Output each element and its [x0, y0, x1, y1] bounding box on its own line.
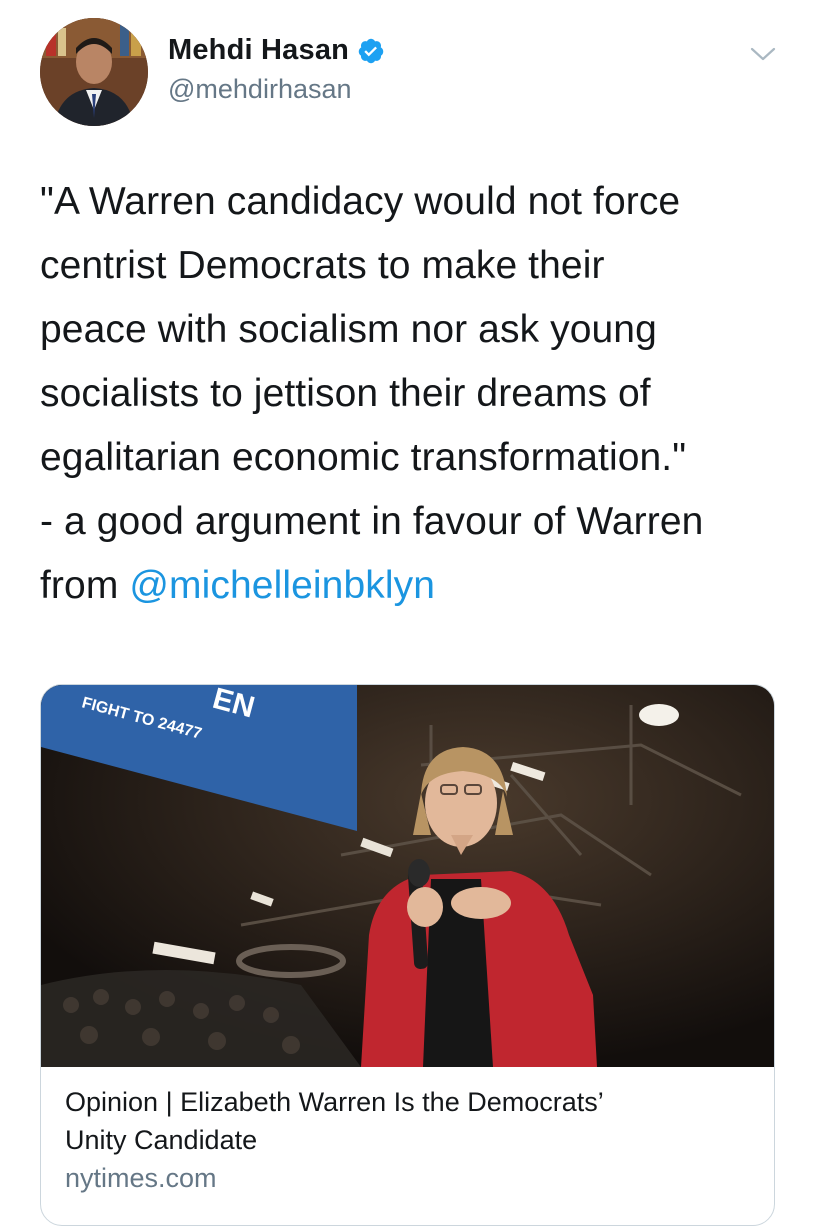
tweet-text-line: egalitarian economic transformation." [40, 436, 687, 479]
tweet-text-line: "A Warren candidacy would not force [40, 180, 681, 223]
verified-badge-icon [357, 37, 385, 65]
user-handle[interactable]: @mehdirhasan [168, 74, 352, 105]
avatar[interactable] [40, 18, 148, 126]
display-name[interactable]: Mehdi Hasan [168, 34, 349, 67]
avatar-photo [40, 18, 148, 126]
card-image[interactable]: FIGHT TO 24477 EN [41, 685, 774, 1067]
tweet-text-line: socialists to jettison their dreams of [40, 372, 651, 415]
link-card[interactable]: FIGHT TO 24477 EN Opinion | Elizabeth Wa… [40, 684, 775, 1226]
name-row[interactable]: Mehdi Hasan [168, 34, 385, 67]
card-title[interactable]: Opinion | Elizabeth Warren Is the Democr… [65, 1083, 755, 1159]
tweet-text-line: - a good argument in favour of Warren [40, 500, 704, 543]
tweet-text-line: centrist Democrats to make their [40, 244, 605, 287]
card-meta[interactable]: Opinion | Elizabeth Warren Is the Democr… [65, 1083, 755, 1197]
mention-link[interactable]: @michelleinbklyn [129, 564, 435, 607]
tweet-text-line: peace with socialism nor ask young [40, 308, 657, 351]
card-photo: FIGHT TO 24477 EN [41, 685, 774, 1067]
tweet-text-prefix: from [40, 564, 130, 607]
tweet-text: "A Warren candidacy would not force cent… [40, 170, 780, 618]
chevron-down-icon[interactable] [750, 46, 776, 62]
card-domain: nytimes.com [65, 1163, 217, 1193]
card-title-line: Unity Candidate [65, 1125, 258, 1155]
card-title-line: Opinion | Elizabeth Warren Is the Democr… [65, 1087, 604, 1117]
tweet: Mehdi Hasan @mehdirhasan "A Warren candi… [0, 0, 813, 1226]
tweet-text-line-last: from @michelleinbklyn [40, 554, 780, 618]
